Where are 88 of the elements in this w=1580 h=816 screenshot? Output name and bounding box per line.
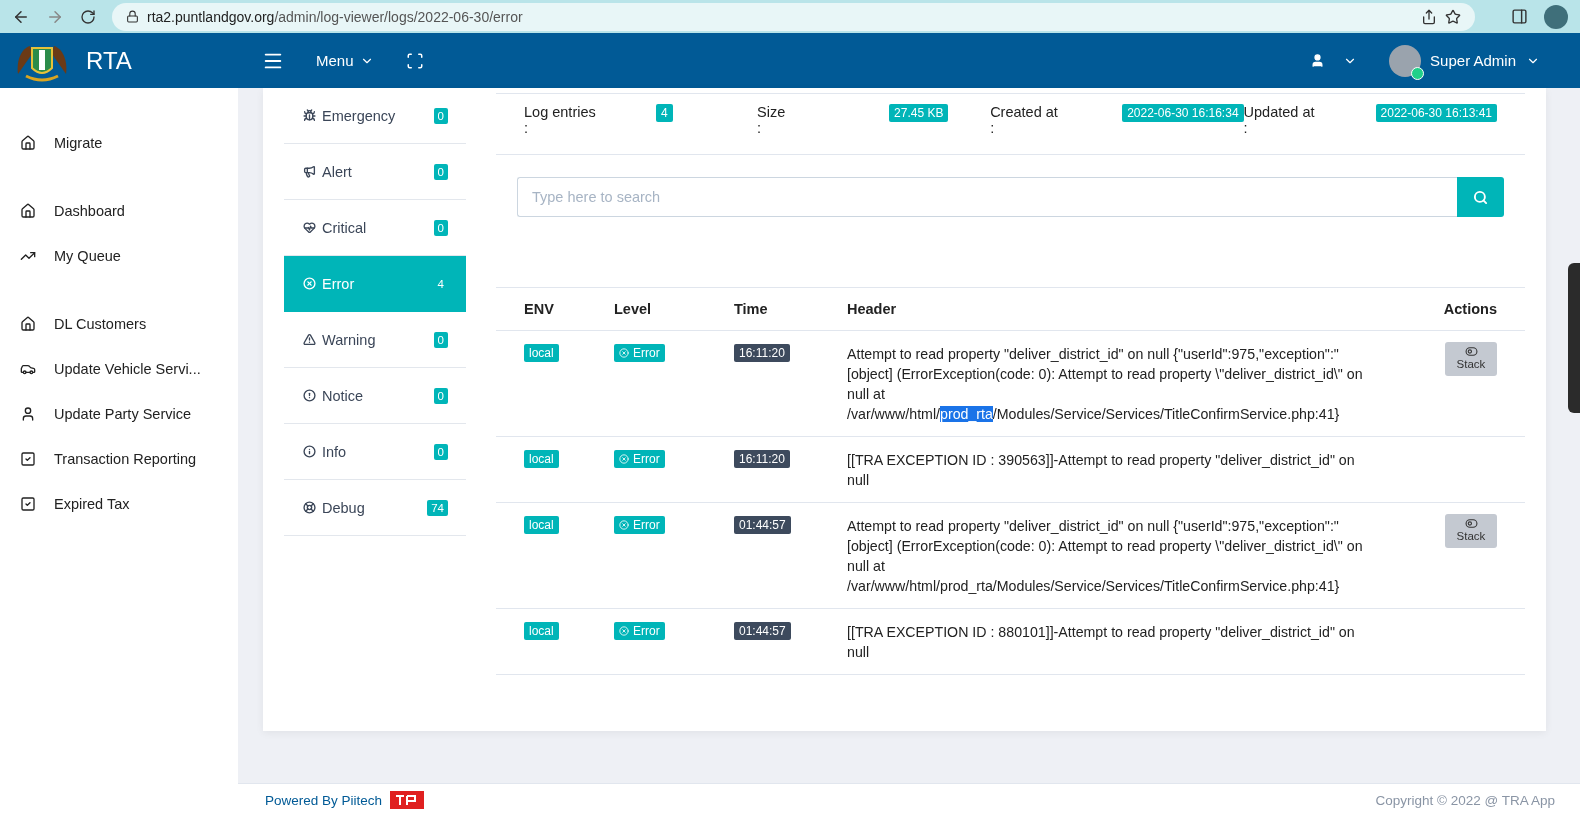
level-filter-item[interactable]: Info 0 <box>284 424 466 480</box>
time-badge: 16:11:20 <box>734 450 790 468</box>
stack-button[interactable]: Stack <box>1445 514 1497 548</box>
env-badge: local <box>524 344 559 362</box>
company-logo <box>390 791 425 809</box>
level-badge: Error <box>614 622 665 640</box>
error-circle-icon <box>619 348 629 358</box>
url-path: /admin/log-viewer/logs/2022-06-30/error <box>274 8 523 25</box>
star-icon[interactable] <box>1445 8 1461 25</box>
toggle-icon <box>1464 517 1478 530</box>
level-filter-item[interactable]: Warning 0 <box>284 312 466 368</box>
checkbox-icon <box>20 495 36 512</box>
share-icon[interactable] <box>1421 8 1437 25</box>
level-filter-item[interactable]: Alert 0 <box>284 144 466 200</box>
sidebar-item[interactable]: Migrate <box>0 120 238 165</box>
exclamation-circle-icon <box>303 389 316 402</box>
level-badge: Error <box>614 450 665 468</box>
stat-separator: : <box>757 120 763 136</box>
home-icon <box>20 134 36 151</box>
stat-value-badge: 2022-06-30 16:16:34 <box>1122 104 1244 122</box>
person-icon <box>20 405 36 422</box>
toggle-icon <box>1464 345 1478 358</box>
stat-label: Updated at <box>1243 104 1316 120</box>
sidebar-item[interactable]: Update Vehicle Servi... <box>0 346 238 391</box>
brand-name: RTA <box>86 46 132 75</box>
env-badge: local <box>524 516 559 534</box>
column-header: ENV <box>496 287 586 331</box>
stat-label: Created at <box>990 104 1059 120</box>
powered-by-link[interactable]: Powered By Piitech <box>265 792 383 808</box>
stat-label: Log entries <box>524 104 597 120</box>
sidebar-item[interactable]: Expired Tax <box>0 481 238 526</box>
error-circle-icon <box>619 520 629 530</box>
copyright-text: Copyright © 2022 @ TRA App <box>1375 792 1555 808</box>
user-menu[interactable]: Super Admin <box>1430 52 1540 69</box>
person-icon <box>1310 53 1326 68</box>
time-badge: 01:44:57 <box>734 622 791 640</box>
level-filter-item[interactable]: Notice 0 <box>284 368 466 424</box>
side-panel-icon[interactable] <box>1511 8 1528 25</box>
error-circle-icon <box>619 454 629 464</box>
lifebuoy-icon <box>303 501 316 514</box>
menu-dropdown[interactable]: Menu <box>316 52 374 69</box>
heart-pulse-icon <box>303 221 316 234</box>
stat-separator: : <box>1243 120 1249 136</box>
profile-avatar <box>1544 4 1568 29</box>
column-header: Level <box>586 287 706 331</box>
stat-label: Size <box>757 104 787 120</box>
stack-button[interactable]: Stack <box>1445 342 1497 376</box>
megaphone-icon <box>303 165 316 178</box>
error-circle-icon <box>303 277 316 290</box>
log-message: [[TRA EXCEPTION ID : 390563]]-Attempt to read property "deliver_district_id" on null <box>847 451 1356 490</box>
env-badge: local <box>524 450 559 468</box>
checkbox-icon <box>20 450 36 467</box>
stat-value-badge: 2022-06-30 16:13:41 <box>1375 104 1497 122</box>
env-badge: local <box>524 622 559 640</box>
sidebar-item[interactable]: Dashboard <box>0 188 238 233</box>
level-badge: Error <box>614 516 665 534</box>
sidebar-item[interactable]: Transaction Reporting <box>0 436 238 481</box>
fullscreen-icon <box>405 51 424 70</box>
column-header: Time <box>706 287 819 331</box>
lock-icon <box>126 10 139 23</box>
home-icon <box>20 202 36 219</box>
stat-value-badge: 27.45 KB <box>889 104 949 122</box>
bug-icon <box>303 109 316 122</box>
sidebar-item[interactable]: Update Party Service <box>0 391 238 436</box>
stat-separator: : <box>990 120 996 136</box>
level-filter-item[interactable]: Debug 74 <box>284 480 466 536</box>
log-message: [[TRA EXCEPTION ID : 880101]]-Attempt to read property "deliver_district_id" on null <box>847 623 1356 662</box>
address-bar[interactable]: rta2.puntlandgov.org/admin/log-viewer/logs/2022-06-30/error <box>112 2 1475 31</box>
log-message: Attempt to read property "deliver_district_id" on null {"userId":975,"exception":"[object] (ErrorException(code: 0): Attempt to read property \"deliver_district_id\" on null at /var/www/html/prod_rta/Modules/Service/Services/TitleConfirmService.php:41} <box>847 517 1364 596</box>
warning-icon <box>303 333 316 346</box>
error-circle-icon <box>619 626 629 636</box>
stat-value-badge: 4 <box>656 104 673 122</box>
level-badge: Error <box>614 344 665 362</box>
reload-icon[interactable] <box>80 8 96 25</box>
search-field[interactable]: Type here to search <box>517 177 1457 217</box>
sidebar-item[interactable]: DL Customers <box>0 301 238 346</box>
column-header: Actions <box>1408 287 1525 331</box>
fullscreen-button[interactable] <box>405 51 424 70</box>
url-host: rta2.puntlandgov.org <box>147 8 275 25</box>
search-icon <box>1473 189 1488 205</box>
column-header: Header <box>819 287 1409 331</box>
time-badge: 16:11:20 <box>734 344 790 362</box>
time-badge: 01:44:57 <box>734 516 791 534</box>
home-icon <box>20 315 36 332</box>
level-filter-item[interactable]: Emergency 0 <box>284 88 466 144</box>
stat-separator: : <box>524 120 530 136</box>
info-icon <box>303 445 316 458</box>
sidebar-item[interactable]: My Queue <box>0 233 238 278</box>
